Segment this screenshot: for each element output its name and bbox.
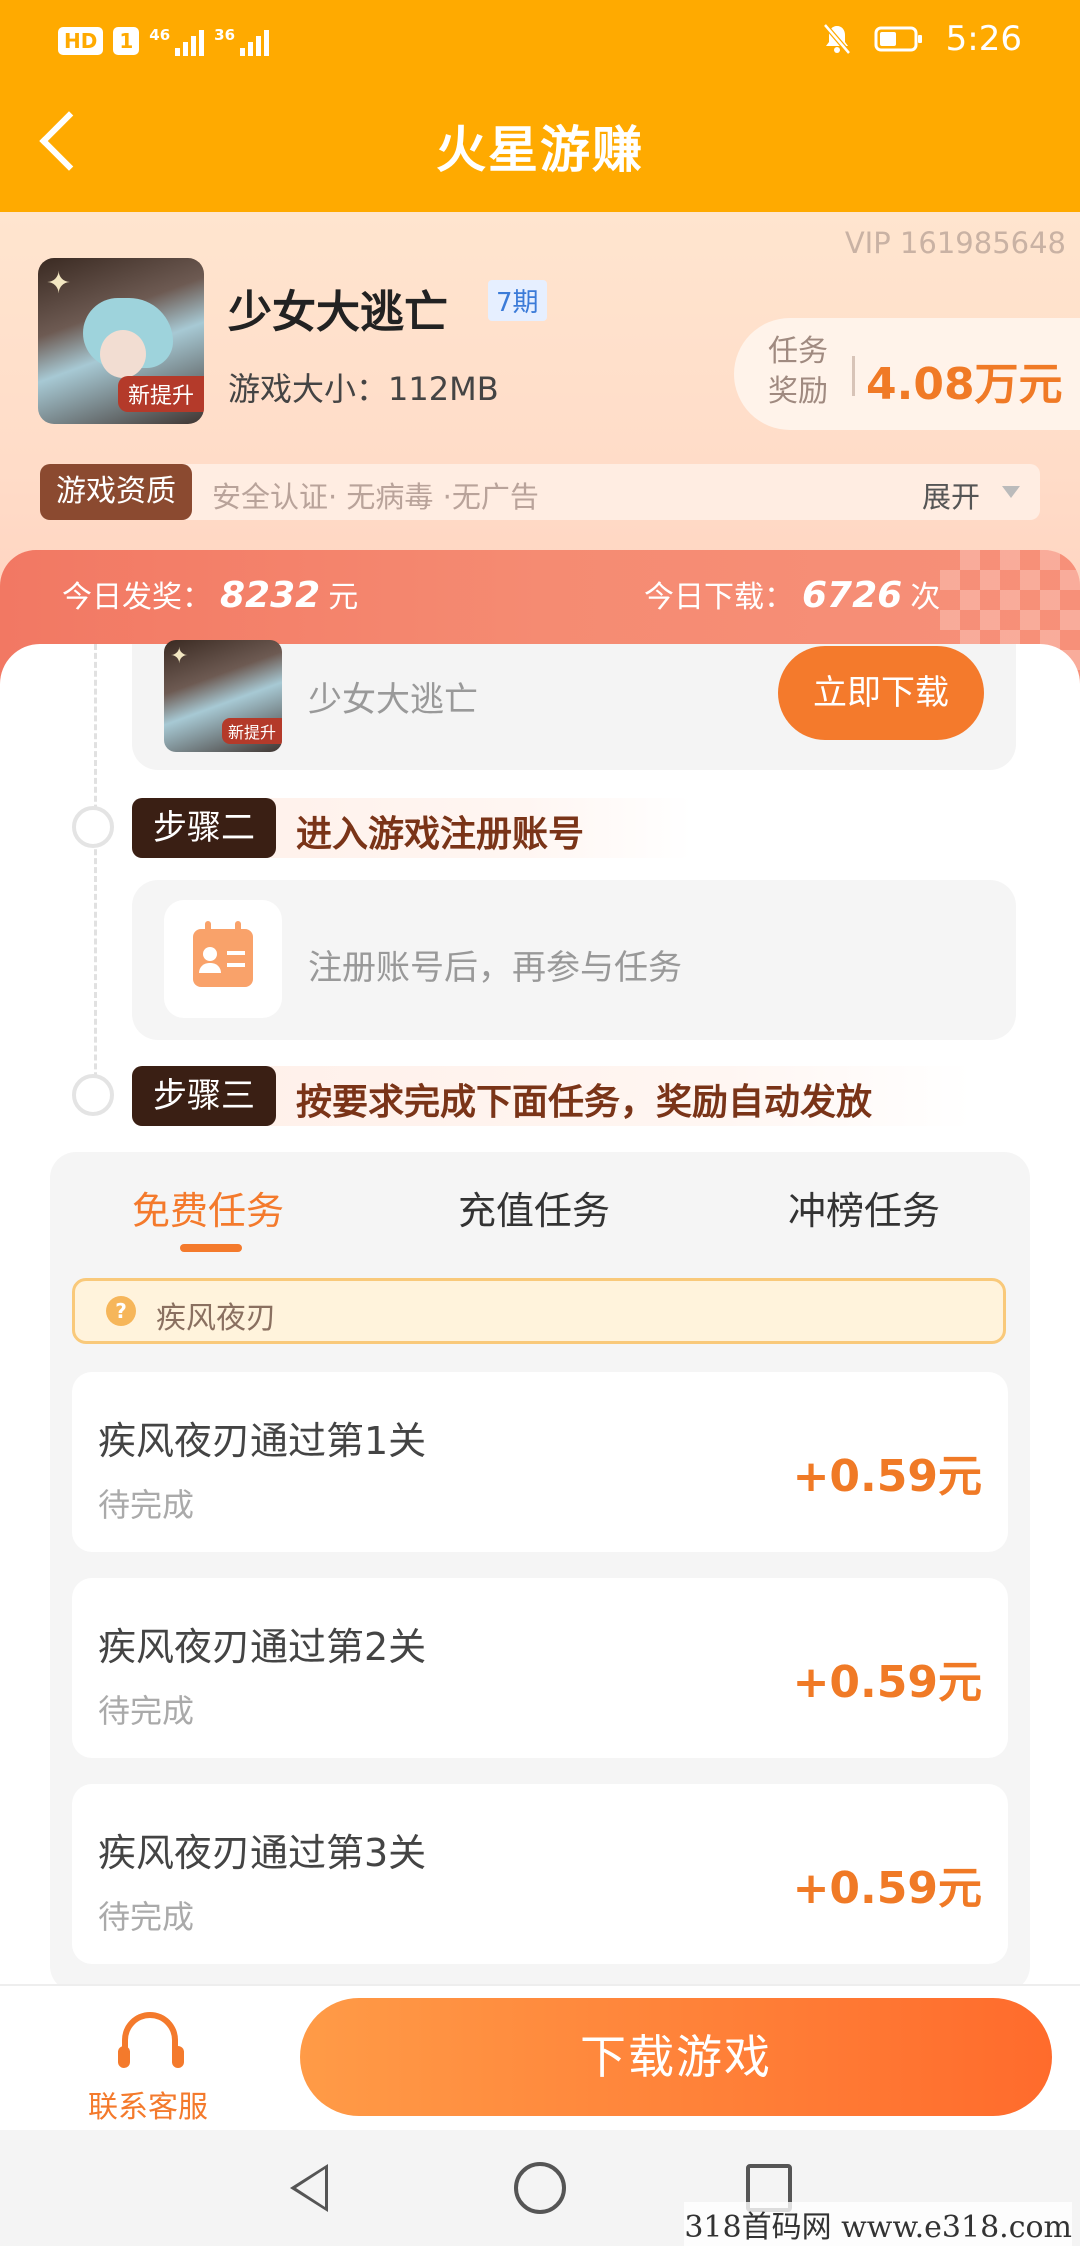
step2-circle xyxy=(72,806,114,848)
clock: 5:26 xyxy=(945,19,1022,59)
tab-indicator xyxy=(180,1244,242,1252)
register-text: 注册账号后，再参与任务 xyxy=(308,948,682,988)
id-card-icon xyxy=(193,921,253,987)
headset-ear-left xyxy=(118,2046,130,2068)
customer-service-button[interactable]: 联系客服 xyxy=(88,2082,208,2126)
qualification-text: 安全认证· 无病毒 ·无广告 xyxy=(212,480,539,514)
task-name: 疾风夜刃通过第3关 xyxy=(98,1831,427,1875)
game-logo-icon: ✦ xyxy=(170,644,189,669)
mute-bell-icon xyxy=(822,23,851,55)
icon-badge: 新提升 xyxy=(221,718,282,744)
timeline-line xyxy=(94,644,97,1114)
task-status: 待完成 xyxy=(98,1486,195,1524)
status-bar-right: 5:26 xyxy=(822,14,1022,64)
hd-icon: HD xyxy=(58,27,104,55)
step3-circle xyxy=(72,1074,114,1116)
game-icon: ✦ 新提升 xyxy=(38,258,204,424)
caret-down-icon[interactable] xyxy=(1002,486,1020,498)
download-game-button[interactable]: 下载游戏 xyxy=(300,1998,1052,2116)
download-now-button[interactable]: 立即下载 xyxy=(778,646,984,740)
step2-title: 进入游戏注册账号 xyxy=(296,814,585,855)
game-size: 游戏大小：112MB xyxy=(228,370,499,408)
tab-recharge[interactable]: 充值任务 xyxy=(458,1180,610,1235)
game-icon-small: ✦ 新提升 xyxy=(164,640,282,752)
task-reward: +0.59元 xyxy=(792,1451,982,1502)
question-icon: ? xyxy=(106,1296,136,1326)
today-downloads: 今日下载： 6726 次 xyxy=(644,575,941,616)
headset-ear-right xyxy=(172,2046,184,2068)
step3-title: 按要求完成下面任务，奖励自动发放 xyxy=(296,1082,873,1123)
hint-text: 疾风夜刃 xyxy=(156,1301,276,1336)
status-bar-left: HD 1 46 36 xyxy=(58,18,270,64)
reward-label: 任务 奖励 xyxy=(768,334,828,409)
task-reward: +0.59元 xyxy=(792,1863,982,1914)
game-logo-icon: ✦ xyxy=(46,266,72,301)
qualification-tag: 游戏资质 xyxy=(40,464,192,520)
task-name: 疾风夜刃通过第2关 xyxy=(98,1625,427,1669)
tab-free[interactable]: 免费任务 xyxy=(132,1180,284,1235)
battery-icon xyxy=(874,26,922,52)
step2-tag: 步骤二 xyxy=(132,798,276,858)
tab-ranking[interactable]: 冲榜任务 xyxy=(788,1180,940,1235)
reward-value: 4.08万元 xyxy=(866,359,1063,410)
signal-icon: 46 xyxy=(149,26,205,56)
task-status: 待完成 xyxy=(98,1692,195,1730)
game-name: 少女大逃亡 xyxy=(228,287,448,338)
watermark: 318首码网 www.e318.com xyxy=(684,2202,1072,2246)
today-payout: 今日发奖： 8232 元 xyxy=(62,575,359,616)
period-badge: 7期 xyxy=(488,280,547,321)
nav-back-inner xyxy=(296,2169,325,2207)
step3-tag: 步骤三 xyxy=(132,1066,276,1126)
vip-id: VIP 161985648 xyxy=(844,226,1066,260)
task-reward: +0.59元 xyxy=(792,1657,982,1708)
icon-badge: 新提升 xyxy=(117,376,204,412)
divider xyxy=(852,356,855,396)
signal-icon-2: 36 xyxy=(214,26,270,56)
expand-button[interactable]: 展开 xyxy=(922,474,980,516)
task-status: 待完成 xyxy=(98,1898,195,1936)
step1-game-name: 少女大逃亡 xyxy=(308,680,478,720)
page-title: 火星游赚 xyxy=(436,121,644,179)
nav-home-icon[interactable] xyxy=(514,2162,566,2214)
sim-icon: 1 xyxy=(113,27,140,55)
task-name: 疾风夜刃通过第1关 xyxy=(98,1419,427,1463)
